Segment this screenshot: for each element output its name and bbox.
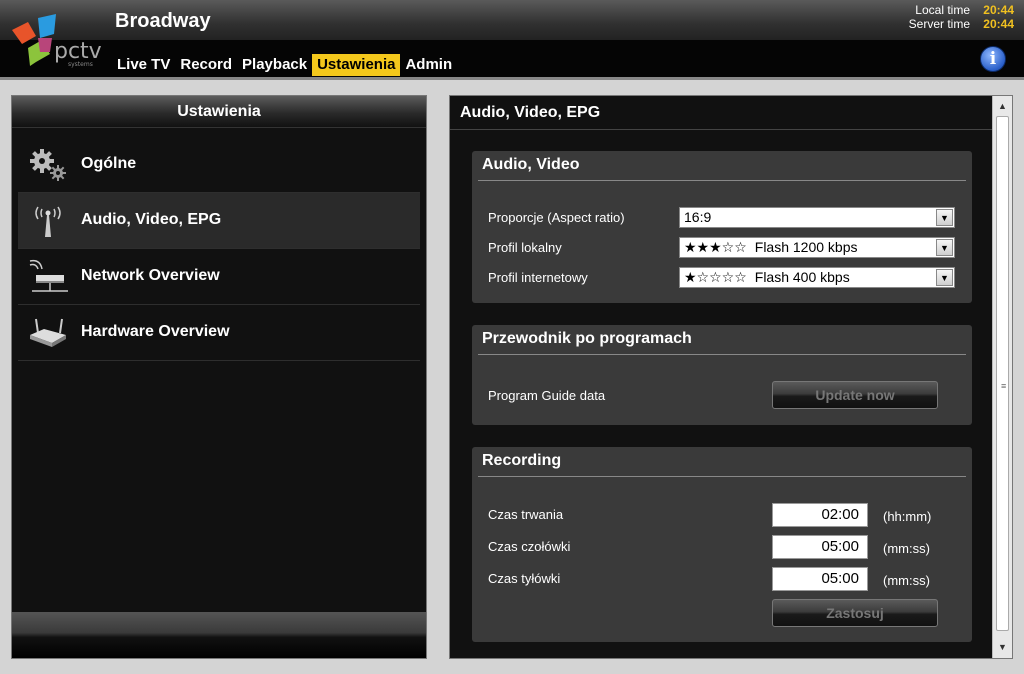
sidebar-item-hardware-overview[interactable]: Hardware Overview [18,305,420,361]
sidebar-item-label: Hardware Overview [81,323,230,340]
nav-live-tv[interactable]: Live TV [112,54,175,76]
antenna-icon [28,203,68,239]
dropdown-arrow-icon: ▼ [936,209,953,226]
group-title: Audio, Video [482,156,580,173]
group-divider [478,476,966,477]
sidebar-item-audio-video-epg[interactable]: Audio, Video, EPG [18,193,420,249]
scroll-up-icon[interactable]: ▲ [995,99,1010,114]
nav-ustawienia[interactable]: Ustawienia [312,54,401,76]
internet-profile-label: Profil internetowy [488,270,588,285]
quality-stars-icon: ★☆☆☆☆ [684,270,747,286]
sidebar-item-label: Audio, Video, EPG [81,211,222,228]
audio-video-group: Audio, Video Proporcje (Aspect ratio) 16… [472,151,972,303]
post-padding-unit: (mm:ss) [883,573,930,588]
settings-sidebar: Ustawienia Ogólne Audio, Video, EPG Netw… [11,95,427,659]
local-time-row: Local time 20:44 [909,3,1014,17]
internet-profile-value: Flash 400 kbps [754,269,850,285]
server-time-row: Server time 20:44 [909,17,1014,31]
main-nav: Live TV Record Playback Ustawienia Admin [112,54,457,76]
quality-stars-icon: ★★★☆☆ [684,240,747,256]
settings-menu: Ogólne Audio, Video, EPG Network Overvie… [12,137,426,361]
sidebar-item-network-overview[interactable]: Network Overview [18,249,420,305]
recording-group: Recording Czas trwania 02:00 (hh:mm) Cza… [472,447,972,642]
local-profile-label: Profil lokalny [488,240,562,255]
server-time-label: Server time [908,17,970,31]
program-guide-data-label: Program Guide data [488,388,606,403]
update-now-button[interactable]: Update now [772,381,938,409]
local-time-label: Local time [915,3,970,17]
group-divider [478,354,966,355]
nav-record[interactable]: Record [175,54,237,76]
post-padding-input[interactable]: 05:00 [772,567,868,591]
duration-unit: (hh:mm) [883,509,932,524]
aspect-ratio-select[interactable]: 16:9 ▼ [679,207,955,228]
apply-button[interactable]: Zastosuj [772,599,938,627]
scroll-down-icon[interactable]: ▼ [995,640,1010,655]
grip-icon: ≡ [1001,381,1007,391]
scrollbar[interactable]: ▲ ≡ ▼ [992,96,1012,658]
sidebar-item-general[interactable]: Ogólne [18,137,420,193]
header-divider [0,77,1024,80]
nav-admin[interactable]: Admin [400,54,457,76]
app-title: Broadway [115,10,211,32]
dropdown-arrow-icon: ▼ [936,269,953,286]
local-profile-value: Flash 1200 kbps [754,239,858,255]
time-block: Local time 20:44 Server time 20:44 [909,3,1014,31]
svg-text:systems: systems [68,61,93,68]
pre-padding-input[interactable]: 05:00 [772,535,868,559]
pctv-logo: pctv systems [10,8,110,70]
title-divider [450,129,993,130]
sidebar-footer [12,612,426,658]
scrollbar-thumb[interactable]: ≡ [996,116,1009,631]
local-profile-select[interactable]: ★★★☆☆ Flash 1200 kbps ▼ [679,237,955,258]
sidebar-title: Ustawienia [12,96,426,128]
header: pctv systems Broadway Local time 20:44 S… [0,0,1024,80]
post-padding-label: Czas tyłówki [488,571,561,586]
aspect-ratio-value: 16:9 [684,209,712,225]
nav-playback[interactable]: Playback [237,54,312,76]
group-title: Recording [482,452,562,469]
duration-label: Czas trwania [488,507,564,522]
group-title: Przewodnik po programach [482,330,692,347]
server-time-value: 20:44 [983,17,1014,31]
gears-icon [28,147,68,183]
duration-input[interactable]: 02:00 [772,503,868,527]
epg-group: Przewodnik po programach Program Guide d… [472,325,972,425]
pre-padding-label: Czas czołówki [488,539,571,554]
page-title: Audio, Video, EPG [460,104,601,121]
dropdown-arrow-icon: ▼ [936,239,953,256]
local-time-value: 20:44 [983,3,1014,17]
internet-profile-select[interactable]: ★☆☆☆☆ Flash 400 kbps ▼ [679,267,955,288]
network-icon [28,259,68,295]
sidebar-item-label: Ogólne [81,155,137,172]
sidebar-item-label: Network Overview [81,267,220,284]
info-icon[interactable]: i [980,46,1006,72]
group-divider [478,180,966,181]
settings-content: Audio, Video, EPG Audio, Video Proporcje… [449,95,1013,659]
router-icon [28,315,68,351]
pre-padding-unit: (mm:ss) [883,541,930,556]
aspect-ratio-label: Proporcje (Aspect ratio) [488,210,625,225]
